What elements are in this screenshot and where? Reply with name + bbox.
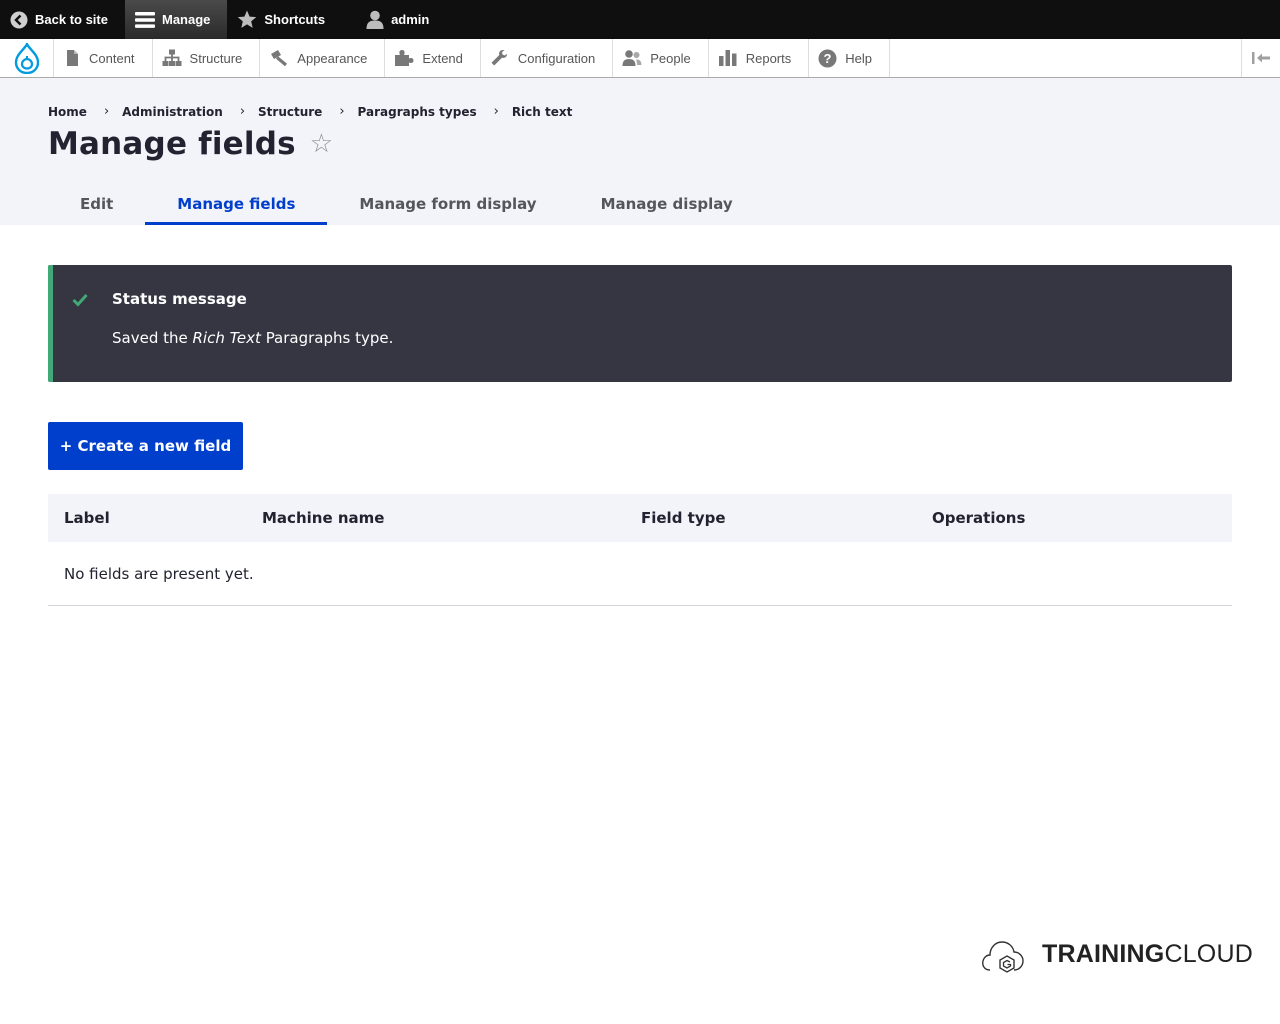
status-message: Status message Saved the Rich Text Parag… <box>48 265 1232 382</box>
status-title: Status message <box>112 290 247 308</box>
bar-chart-icon <box>718 50 737 66</box>
tab-manage-fields[interactable]: Manage fields <box>145 185 328 225</box>
column-header-label: Label <box>64 509 110 527</box>
user-label: admin <box>391 12 430 27</box>
puzzle-icon <box>395 50 414 66</box>
breadcrumb-home[interactable]: Home <box>48 105 87 119</box>
empty-table-message: No fields are present yet. <box>48 542 1232 606</box>
column-header-machine-name: Machine name <box>262 509 385 527</box>
fields-table: Label Machine name Field type Operations… <box>48 494 1232 606</box>
training-cloud-logo: TRAININGCLOUD <box>980 934 1253 974</box>
breadcrumb-structure[interactable]: Structure <box>258 105 322 119</box>
page-title: Manage fields <box>48 126 296 162</box>
breadcrumb: Home › Administration › Structure › Para… <box>48 104 572 119</box>
cloud-logo-icon <box>982 941 1024 973</box>
tray-item-extend[interactable]: Extend <box>385 39 481 77</box>
admin-menu-tray: Content Structure Appearance Extend Conf… <box>0 39 1280 78</box>
star-icon <box>238 10 257 28</box>
breadcrumb-separator: › <box>103 104 110 119</box>
paintbrush-icon <box>271 50 288 67</box>
create-new-field-button[interactable]: + Create a new field <box>48 422 243 470</box>
back-arrow-icon <box>10 11 28 28</box>
table-header-row: Label Machine name Field type Operations <box>48 494 1232 542</box>
people-icon <box>622 50 642 66</box>
shortcuts-tab[interactable]: Shortcuts <box>227 0 342 39</box>
back-to-site-link[interactable]: Back to site <box>0 0 125 39</box>
column-header-field-type: Field type <box>641 509 726 527</box>
admin-toolbar: Back to site Manage Shortcuts admin <box>0 0 1280 39</box>
add-shortcut-star-icon[interactable]: ☆ <box>310 131 333 157</box>
status-text-emphasis: Rich Text <box>192 329 261 347</box>
tray-item-help[interactable]: ? Help <box>809 39 890 77</box>
tab-manage-form-display[interactable]: Manage form display <box>327 185 568 223</box>
svg-text:?: ? <box>824 51 832 66</box>
status-text-suffix: Paragraphs type. <box>260 329 394 347</box>
tray-label-extend: Extend <box>422 50 463 66</box>
tray-item-appearance[interactable]: Appearance <box>260 39 386 77</box>
breadcrumb-separator: › <box>239 104 246 119</box>
checkmark-icon <box>72 293 88 307</box>
back-to-site-label: Back to site <box>35 12 108 27</box>
page-header: Home › Administration › Structure › Para… <box>0 78 1280 225</box>
breadcrumb-separator: › <box>493 104 499 119</box>
help-icon: ? <box>818 49 837 67</box>
tray-label-appearance: Appearance <box>297 50 368 66</box>
brand-wordmark: TRAININGCLOUD <box>1042 940 1253 969</box>
table-row: No fields are present yet. <box>48 542 1232 606</box>
tab-manage-display[interactable]: Manage display <box>569 185 765 223</box>
brand-wordmark-bold: TRAINING <box>1042 939 1165 968</box>
drupal-drop-icon <box>14 42 39 74</box>
breadcrumb-paragraphs-types[interactable]: Paragraphs types <box>358 105 477 119</box>
tray-item-reports[interactable]: Reports <box>709 39 810 77</box>
title-row: Manage fields ☆ <box>48 126 333 162</box>
column-header-operations: Operations <box>932 509 1026 527</box>
tray-label-reports: Reports <box>745 50 792 66</box>
tray-spacer <box>890 39 1241 77</box>
tray-label-structure: Structure <box>189 50 243 66</box>
file-icon <box>67 50 78 66</box>
manage-tab[interactable]: Manage <box>124 0 228 39</box>
sitemap-icon <box>162 49 182 66</box>
hamburger-icon <box>134 11 155 28</box>
primary-tabs: Edit Manage fields Manage form display M… <box>48 185 765 225</box>
tray-item-content[interactable]: Content <box>54 39 153 77</box>
tray-label-help: Help <box>845 50 872 66</box>
manage-label: Manage <box>161 12 211 27</box>
wrench-icon <box>491 50 507 66</box>
tab-edit[interactable]: Edit <box>48 185 145 223</box>
drupal-logo[interactable] <box>0 39 54 77</box>
user-icon <box>366 10 384 29</box>
status-accent-bar <box>48 265 53 382</box>
status-text: Saved the Rich Text Paragraphs type. <box>112 329 393 347</box>
breadcrumb-administration[interactable]: Administration <box>122 105 223 119</box>
breadcrumb-rich-text[interactable]: Rich text <box>512 105 573 119</box>
user-tab[interactable]: admin <box>342 0 446 39</box>
tray-item-configuration[interactable]: Configuration <box>481 39 614 77</box>
status-text-prefix: Saved the <box>112 329 193 347</box>
tray-label-configuration: Configuration <box>517 50 596 66</box>
collapse-left-icon <box>1252 52 1270 64</box>
orientation-toggle[interactable] <box>1241 39 1280 77</box>
tray-item-structure[interactable]: Structure <box>153 39 261 77</box>
tray-label-people: People <box>650 50 691 66</box>
tray-label-content: Content <box>89 50 135 66</box>
shortcuts-label: Shortcuts <box>264 12 326 27</box>
brand-wordmark-light: CLOUD <box>1164 939 1253 968</box>
breadcrumb-separator: › <box>339 104 345 119</box>
tray-item-people[interactable]: People <box>613 39 709 77</box>
